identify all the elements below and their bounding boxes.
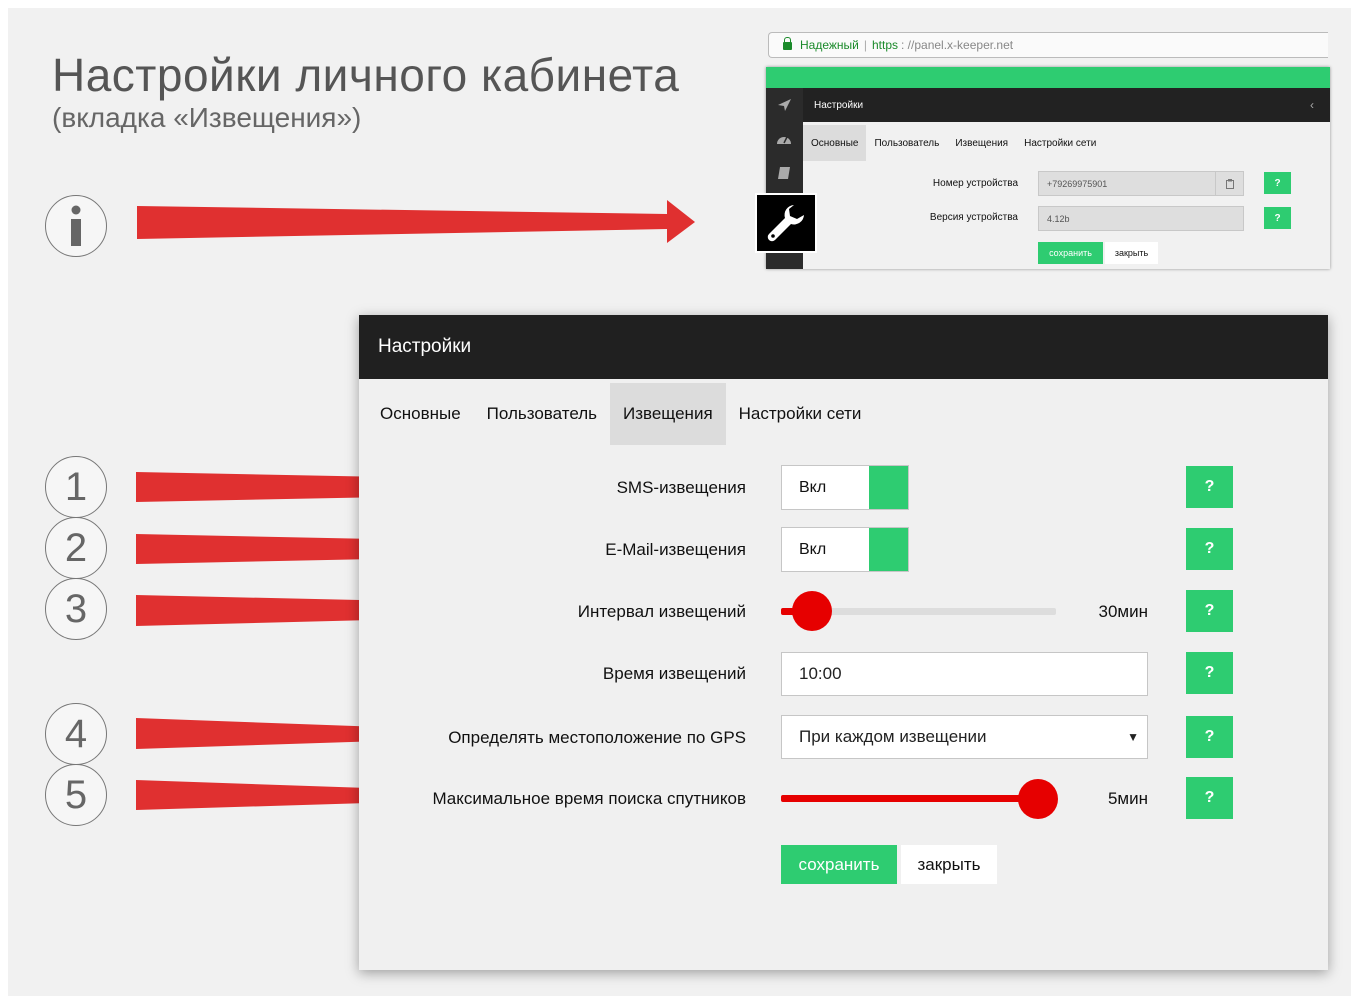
step-marker-3: 3 (45, 578, 107, 640)
mini-device-version-label: Версия устройства (929, 212, 1018, 223)
gps-help-button[interactable]: ? (1186, 716, 1233, 758)
url-host: : //panel.x-keeper.net (901, 38, 1014, 52)
email-label: E-Mail-извещения (605, 540, 746, 559)
email-toggle-value: Вкл (799, 540, 827, 558)
settings-tabs: Основные Пользователь Извещения Настройк… (367, 383, 874, 445)
page-title: Настройки личного кабинета (52, 49, 680, 101)
tab-notifications[interactable]: Извещения (610, 383, 726, 445)
time-help-button[interactable]: ? (1186, 652, 1233, 694)
mini-device-version-field[interactable]: 4.12b (1038, 206, 1244, 231)
mini-header: Настройки ‹ (803, 88, 1330, 122)
mini-device-number-field[interactable]: +79269975901 (1038, 171, 1244, 196)
tab-network[interactable]: Настройки сети (726, 383, 875, 445)
gps-selected-option: При каждом извещении (799, 727, 987, 746)
step-marker-4: 4 (45, 703, 107, 765)
max-search-slider-track[interactable] (781, 795, 1041, 802)
mini-device-number-label: Номер устройства (932, 178, 1018, 189)
dropdown-caret-icon: ▼ (1127, 730, 1139, 744)
step-marker-1: 1 (45, 456, 107, 518)
book-icon[interactable] (776, 166, 792, 180)
panel-header: Настройки (359, 315, 1328, 379)
interval-label: Интервал извещений (577, 602, 746, 621)
settings-wrench-button[interactable] (755, 193, 817, 253)
sms-toggle-value: Вкл (799, 478, 827, 496)
tab-basic[interactable]: Основные (367, 383, 474, 445)
gps-label: Определять местоположение по GPS (448, 728, 746, 747)
url-protocol: https (872, 38, 899, 52)
url-separator: | (863, 38, 867, 52)
step-marker-5: 5 (45, 764, 107, 826)
lock-icon (783, 37, 792, 50)
mini-tab-notifications[interactable]: Извещения (947, 125, 1016, 161)
save-button[interactable]: сохранить (781, 845, 897, 884)
mini-close-button[interactable]: закрыть (1105, 242, 1158, 264)
info-marker (45, 195, 107, 257)
navigation-arrow-icon[interactable] (776, 98, 792, 112)
browser-address-bar[interactable]: Надежный | https : //panel.x-keeper.net (768, 32, 1328, 58)
mini-tab-basic[interactable]: Основные (803, 125, 867, 161)
mini-help-button-2[interactable]: ? (1264, 207, 1291, 229)
mini-tab-network[interactable]: Настройки сети (1016, 125, 1104, 161)
mini-header-title: Настройки (814, 99, 864, 111)
time-label: Время извещений (602, 664, 746, 683)
panel-title: Настройки (378, 336, 472, 357)
chevron-left-icon[interactable]: ‹ (1310, 98, 1314, 112)
email-toggle[interactable]: Вкл (781, 527, 909, 572)
mini-device-number-value: +79269975901 (1047, 178, 1108, 189)
time-input[interactable]: 10:00 (781, 652, 1148, 696)
sms-toggle-knob (869, 466, 908, 509)
interval-slider-thumb[interactable] (792, 591, 832, 631)
close-button[interactable]: закрыть (901, 845, 997, 884)
interval-help-button[interactable]: ? (1186, 590, 1233, 632)
dashboard-icon[interactable] (776, 132, 792, 146)
max-search-label: Максимальное время поиска спутников (432, 789, 746, 808)
wrench-icon (767, 205, 804, 242)
mini-save-button[interactable]: сохранить (1038, 242, 1103, 264)
interval-value: 30мин (1098, 602, 1148, 621)
info-icon (71, 205, 81, 246)
settings-panel: Настройки Основные Пользователь Извещени… (359, 315, 1328, 970)
max-search-help-button[interactable]: ? (1186, 777, 1233, 819)
max-search-slider-thumb[interactable] (1018, 779, 1058, 819)
mini-help-button-1[interactable]: ? (1264, 172, 1291, 194)
mini-tab-user[interactable]: Пользователь (866, 125, 947, 161)
sms-toggle[interactable]: Вкл (781, 465, 909, 510)
mini-top-bar (766, 67, 1330, 88)
gps-select[interactable]: При каждом извещении ▼ (781, 715, 1148, 759)
sms-label: SMS-извещения (616, 478, 746, 497)
tab-user[interactable]: Пользователь (474, 383, 610, 445)
clipboard-icon[interactable] (1215, 172, 1243, 195)
sms-help-button[interactable]: ? (1186, 466, 1233, 508)
secure-label: Надежный (800, 38, 859, 52)
mini-screenshot: Настройки ‹ Основные Пользователь Извеще… (766, 67, 1330, 269)
max-search-value: 5мин (1107, 789, 1148, 808)
email-help-button[interactable]: ? (1186, 528, 1233, 570)
step-marker-2: 2 (45, 517, 107, 579)
email-toggle-knob (869, 528, 908, 571)
page-subtitle: (вкладка «Извещения») (52, 102, 362, 133)
mini-tabs: Основные Пользователь Извещения Настройк… (803, 125, 1104, 161)
